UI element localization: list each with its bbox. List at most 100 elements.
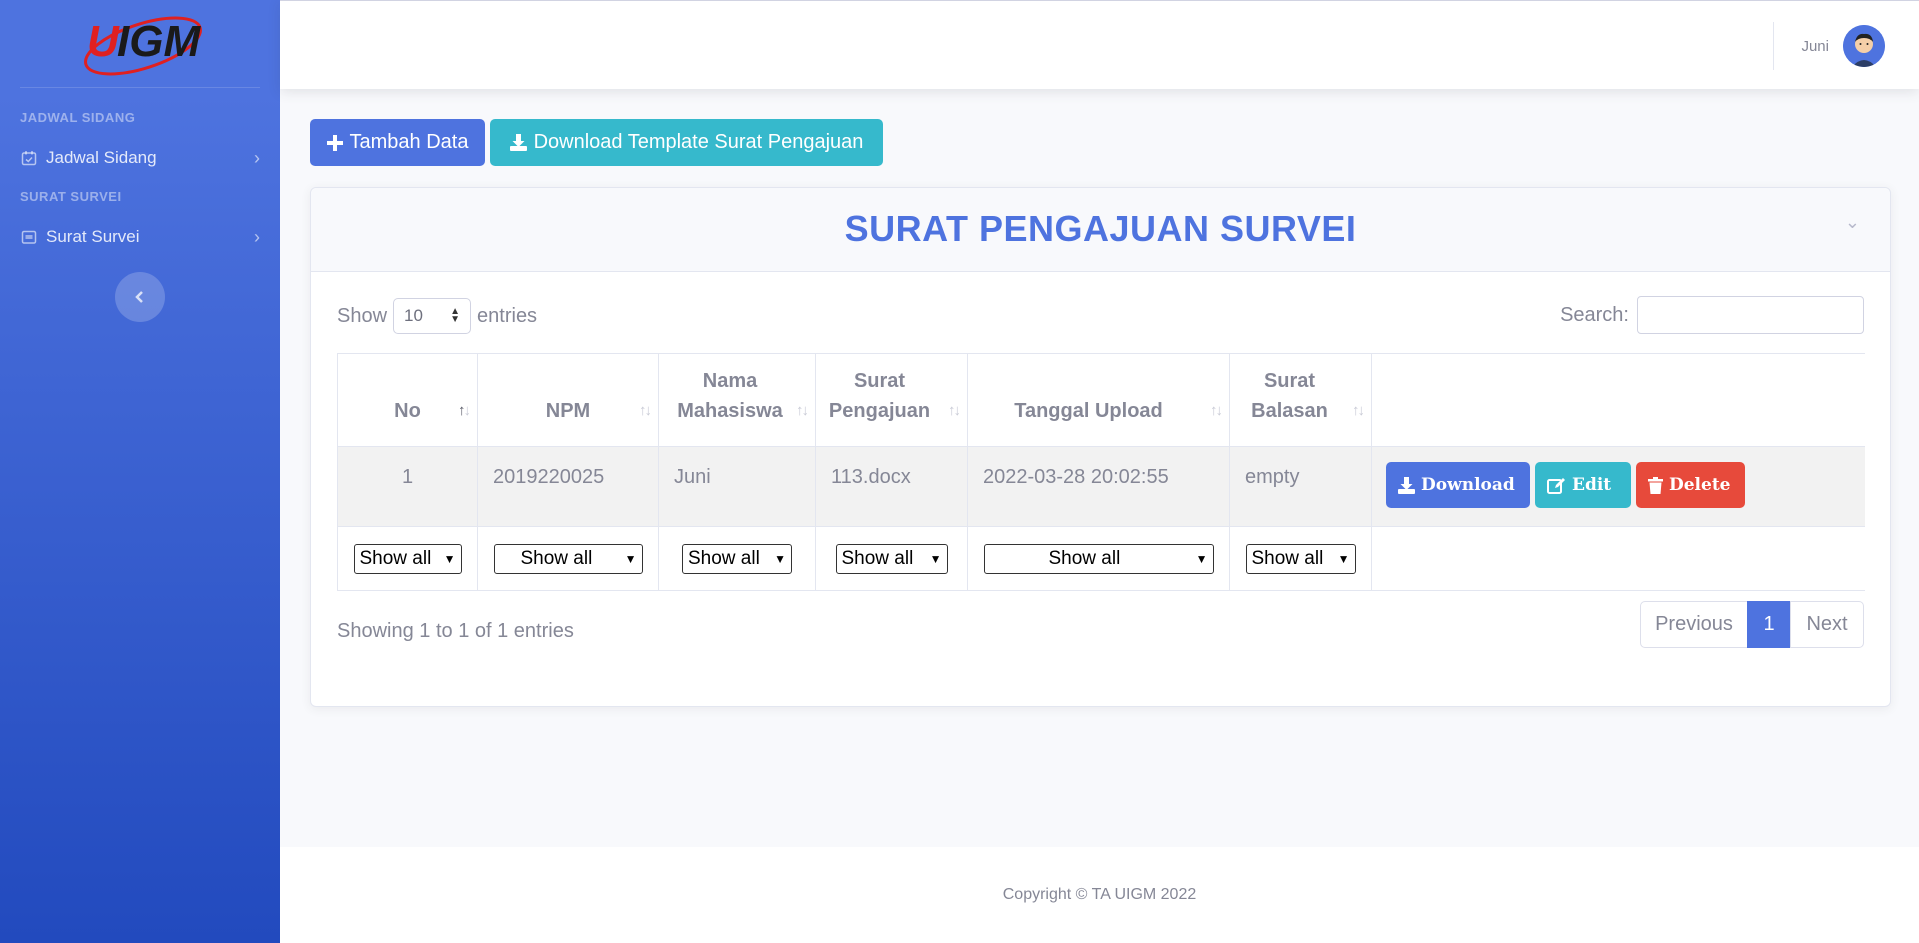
cell-no: 1 [337,447,478,526]
filter-value: Show all [520,547,593,569]
cell-nama: Juni [659,447,816,526]
sidebar-heading-survei: SURAT SURVEI [20,189,122,204]
column-header-surat-pengajuan[interactable]: Surat Pengajuan ↑↓ [816,354,968,446]
filter-value: Show all [1048,547,1121,569]
filter-select-surat-pengajuan[interactable]: Show all ▼ [835,543,948,574]
copyright-text: Copyright © TA UIGM 2022 [1002,886,1197,903]
edit-icon [1547,477,1566,494]
data-table: No ↑↓ NPM ↑↓ Nama Mahasiswa ↑↓ Surat Pen… [337,353,1865,591]
edit-button[interactable]: Edit [1535,462,1631,508]
filter-value: Show all [1251,547,1324,569]
user-name: Juni [1801,37,1829,55]
page-length-value: 10 [404,306,423,325]
sidebar-heading-jadwal: JADWAL SIDANG [20,110,136,125]
chevron-down-icon: ▼ [929,551,942,566]
add-data-label: Tambah Data [349,131,469,153]
filter-cell: Show all ▼ [659,527,816,590]
sidebar: U IGM JADWAL SIDANG Jadwal Sidang › SURA… [0,0,280,943]
filter-cell: Show all ▼ [816,527,968,590]
cell-surat-pengajuan: 113.docx [816,447,968,526]
sort-icon: ↑↓ [796,402,809,419]
page-length-control: Show 10 ▲ ▼ entries [337,298,537,334]
show-label: Show [337,304,388,327]
cell-actions: Download Edit Delete [1372,447,1865,526]
filter-select-surat-balasan[interactable]: Show all ▼ [1245,543,1356,574]
svg-text:IGM: IGM [117,17,201,66]
chevron-down-icon: ▼ [1195,551,1208,566]
filter-cell: Show all ▼ [337,527,478,590]
sort-icon: ↑↓ [948,402,961,419]
table-info: Showing 1 to 1 of 1 entries [337,620,574,642]
search-input[interactable] [1637,296,1864,334]
entries-label: entries [477,304,538,327]
sidebar-item-surat-survei[interactable]: Surat Survei › [0,216,280,258]
sort-icon: ↑↓ [1210,402,1223,419]
filter-value: Show all [841,547,914,569]
column-header-nama[interactable]: Nama Mahasiswa ↑↓ [659,354,816,446]
filter-select-tanggal-upload[interactable]: Show all ▼ [983,543,1214,574]
trash-icon [1648,476,1663,494]
page-length-select[interactable]: 10 ▲ ▼ [393,298,472,334]
column-header-tanggal-upload[interactable]: Tanggal Upload ↑↓ [968,354,1230,446]
topbar: Juni [280,0,1919,89]
sidebar-toggle-button[interactable] [115,272,165,322]
cell-npm: 2019220025 [478,447,659,526]
edit-label: Edit [1572,475,1612,495]
svg-text:U: U [87,17,120,66]
survey-card: SURAT PENGAJUAN SURVEI ⌄ Show 10 ▲ ▼ entr… [310,187,1891,707]
chevron-left-icon [135,291,143,303]
filter-cell: Show all ▼ [968,527,1230,590]
sort-icon: ↑↓ [639,402,652,419]
sort-icon: ↑↓ [458,402,471,419]
sidebar-item-label: Surat Survei [46,227,140,246]
column-header-label: Surat Balasan [1251,370,1328,422]
download-template-button[interactable]: Download Template Surat Pengajuan [490,119,883,166]
chevron-down-icon[interactable]: ⌄ [1845,212,1860,233]
avatar [1843,25,1885,67]
footer: Copyright © TA UIGM 2022 [280,847,1919,943]
filter-select-nama[interactable]: Show all ▼ [682,543,792,574]
filter-select-npm[interactable]: Show all ▼ [493,543,643,574]
column-header-label: Nama Mahasiswa [677,370,783,422]
column-header-label: No [394,400,421,422]
filter-select-no[interactable]: Show all ▼ [353,543,462,574]
filter-cell: Show all ▼ [1230,527,1372,590]
filter-cell-empty [1372,527,1865,590]
cell-surat-balasan: empty [1230,447,1372,526]
pagination-previous[interactable]: Previous [1640,601,1748,648]
download-button[interactable]: Download [1386,462,1530,508]
user-dropdown[interactable]: Juni [1801,25,1885,67]
filter-value: Show all [359,547,432,569]
chevron-right-icon: › [254,226,260,247]
pagination-page-1[interactable]: 1 [1747,601,1791,648]
brand-logo[interactable]: U IGM [20,0,260,88]
table-row: 1 2019220025 Juni 113.docx 2022-03-28 20… [337,447,1865,527]
column-header-label: Surat Pengajuan [828,370,931,422]
sort-icon: ↑↓ [1352,402,1365,419]
download-label: Download [1421,475,1515,495]
column-header-no[interactable]: No ↑↓ [337,354,478,446]
column-header-label: Tanggal Upload [1014,400,1163,422]
sidebar-item-jadwal-sidang[interactable]: Jadwal Sidang › [0,137,280,179]
filter-value: Show all [688,547,760,569]
column-header-surat-balasan[interactable]: Surat Balasan ↑↓ [1230,354,1372,446]
column-header-actions [1372,354,1865,446]
delete-button[interactable]: Delete [1636,462,1745,508]
search-label: Search: [1560,303,1629,326]
filter-row: Show all ▼ Show all ▼ Show all ▼ Show all ▼ … [337,527,1865,591]
pagination: Previous 1 Next [1640,601,1864,648]
chevron-down-icon: ▼ [624,551,637,566]
cell-tanggal-upload: 2022-03-28 20:02:55 [968,447,1230,526]
sort-updown-icon: ▲ ▼ [450,306,461,325]
sidebar-item-label: Jadwal Sidang [46,148,157,167]
chevron-down-icon: ▼ [774,551,786,566]
page-title: SURAT PENGAJUAN SURVEI [844,208,1357,249]
plus-icon [326,134,343,151]
search-control: Search: [1560,296,1864,334]
chevron-down-icon: ▼ [443,551,456,566]
pagination-next[interactable]: Next [1790,601,1864,648]
add-data-button[interactable]: Tambah Data [310,119,485,166]
download-template-label: Download Template Surat Pengajuan [533,131,864,153]
download-icon [1398,476,1415,494]
column-header-npm[interactable]: NPM ↑↓ [478,354,659,446]
